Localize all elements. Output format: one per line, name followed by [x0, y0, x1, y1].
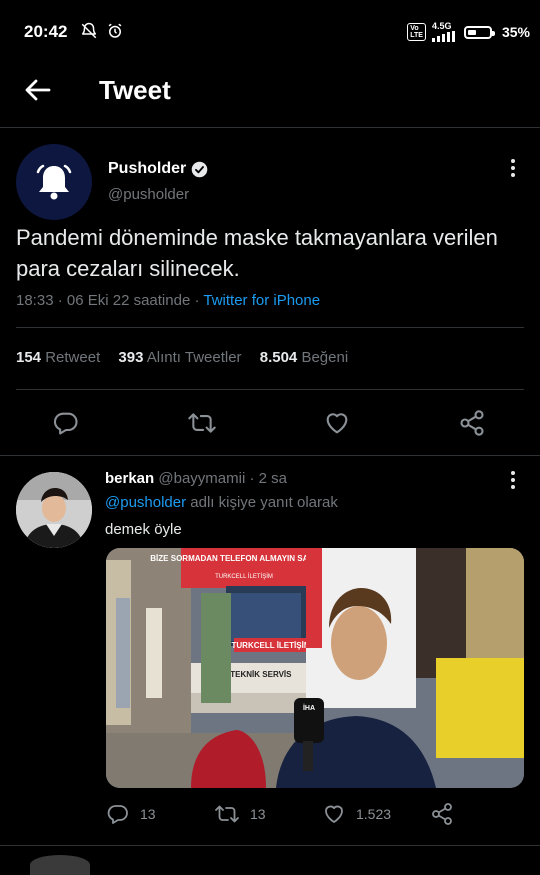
- reply-retweet-button[interactable]: 13: [214, 802, 266, 826]
- image-sign-top-line2: TURKCELL İLETİŞİM: [215, 573, 273, 580]
- author-name-row[interactable]: Pusholder: [108, 160, 208, 178]
- tweet-more-button[interactable]: [503, 156, 523, 180]
- signal-indicator: 4.5G: [431, 21, 458, 42]
- stats-divider: [16, 389, 524, 390]
- replying-to-suffix: adlı kişiye yanıt olarak: [186, 494, 338, 511]
- share-icon: [432, 803, 452, 825]
- arrow-left-icon: [25, 79, 51, 101]
- header-divider: [0, 127, 540, 128]
- reply-reply-count: 13: [140, 806, 156, 822]
- retweet-label: Retweet: [45, 349, 101, 366]
- bell-icon: [36, 164, 72, 200]
- reply-author-handle[interactable]: @bayymamii: [158, 470, 245, 487]
- share-icon: [460, 410, 484, 436]
- heart-icon: [325, 805, 343, 823]
- tweet-meta: 18:33 · 06 Eki 22 saatinde · Twitter for…: [16, 292, 320, 309]
- network-type: 4.5G: [431, 21, 452, 31]
- reply-button[interactable]: [46, 403, 86, 443]
- retweet-button[interactable]: [182, 403, 222, 443]
- status-time: 20:42: [24, 22, 68, 41]
- tweet-text: Pandemi döneminde maske takmayanlara ver…: [16, 225, 498, 281]
- author-handle[interactable]: @pusholder: [108, 186, 189, 203]
- image-mic-label: İHA: [303, 704, 315, 712]
- retweet-count-link[interactable]: 154 Retweet: [16, 349, 100, 366]
- like-count: 8.504: [259, 349, 298, 366]
- battery-percent: 35%: [501, 24, 530, 40]
- comment-icon: [53, 412, 78, 435]
- reply-avatar-photo: [16, 472, 92, 548]
- retweet-count: 154: [16, 349, 42, 366]
- retweet-icon: [215, 805, 239, 823]
- verified-badge-icon: [191, 161, 208, 177]
- reply-author-avatar[interactable]: [16, 472, 92, 548]
- reply-like-button[interactable]: 1.523: [322, 802, 391, 826]
- actions-divider: [0, 455, 540, 456]
- status-bar: 20:42 Vo LTE 4.5G 35%: [0, 0, 540, 62]
- tweet-stats: 154 Retweet 393 Alıntı Tweetler 8.504 Be…: [16, 349, 348, 366]
- tweet-timestamp: 18:33 · 06 Eki 22 saatinde ·: [16, 292, 204, 309]
- page-title: Tweet: [99, 75, 171, 105]
- reply-more-button[interactable]: [503, 468, 523, 492]
- reply-text: demek öyle: [105, 521, 182, 538]
- street-scene-photo: BİZE SORMADAN TELEFON ALMAYIN SATMAYIN T…: [106, 548, 524, 788]
- author-name[interactable]: Pusholder: [108, 160, 186, 178]
- like-label: Beğeni: [301, 349, 349, 366]
- reply-share-button[interactable]: [430, 802, 454, 826]
- like-button[interactable]: [317, 403, 357, 443]
- retweet-icon: [188, 413, 216, 433]
- tweet-source-link[interactable]: Twitter for iPhone: [203, 292, 320, 309]
- reply-media-image[interactable]: BİZE SORMADAN TELEFON ALMAYIN SATMAYIN T…: [106, 548, 524, 788]
- alarm-off-icon: [81, 22, 97, 39]
- quote-count-link[interactable]: 393 Alıntı Tweetler: [118, 349, 241, 366]
- signal-icon: [431, 31, 455, 42]
- comment-icon: [107, 805, 128, 824]
- reply-like-count: 1.523: [356, 806, 392, 822]
- quote-label: Alıntı Tweetler: [146, 349, 242, 366]
- status-left-icons: [80, 22, 124, 40]
- status-right: Vo LTE 4.5G 35%: [407, 22, 530, 42]
- reply-divider: [0, 845, 540, 846]
- alarm-icon: [108, 23, 122, 38]
- image-sign-middle: TURKCELL İLETİŞİM: [232, 641, 311, 650]
- volte-icon: Vo LTE: [407, 23, 426, 41]
- replying-to: @pusholder adlı kişiye yanıt olarak: [105, 494, 338, 511]
- next-reply-avatar-partial: [30, 855, 90, 875]
- reply-header: berkan @bayymamii · 2 sa: [105, 470, 287, 487]
- reply-time: · 2 sa: [249, 470, 287, 487]
- share-button[interactable]: [452, 403, 492, 443]
- reply-author-name[interactable]: berkan: [105, 470, 154, 487]
- reply-reply-button[interactable]: 13: [106, 802, 156, 826]
- author-avatar[interactable]: [16, 144, 92, 220]
- battery-icon: [463, 25, 495, 39]
- meta-divider: [16, 327, 524, 328]
- back-button[interactable]: [22, 74, 54, 106]
- reply-mention-link[interactable]: @pusholder: [105, 494, 186, 511]
- reply-retweet-count: 13: [250, 806, 266, 822]
- heart-icon: [326, 413, 348, 434]
- quote-count: 393: [118, 349, 144, 366]
- like-count-link[interactable]: 8.504 Beğeni: [260, 349, 348, 366]
